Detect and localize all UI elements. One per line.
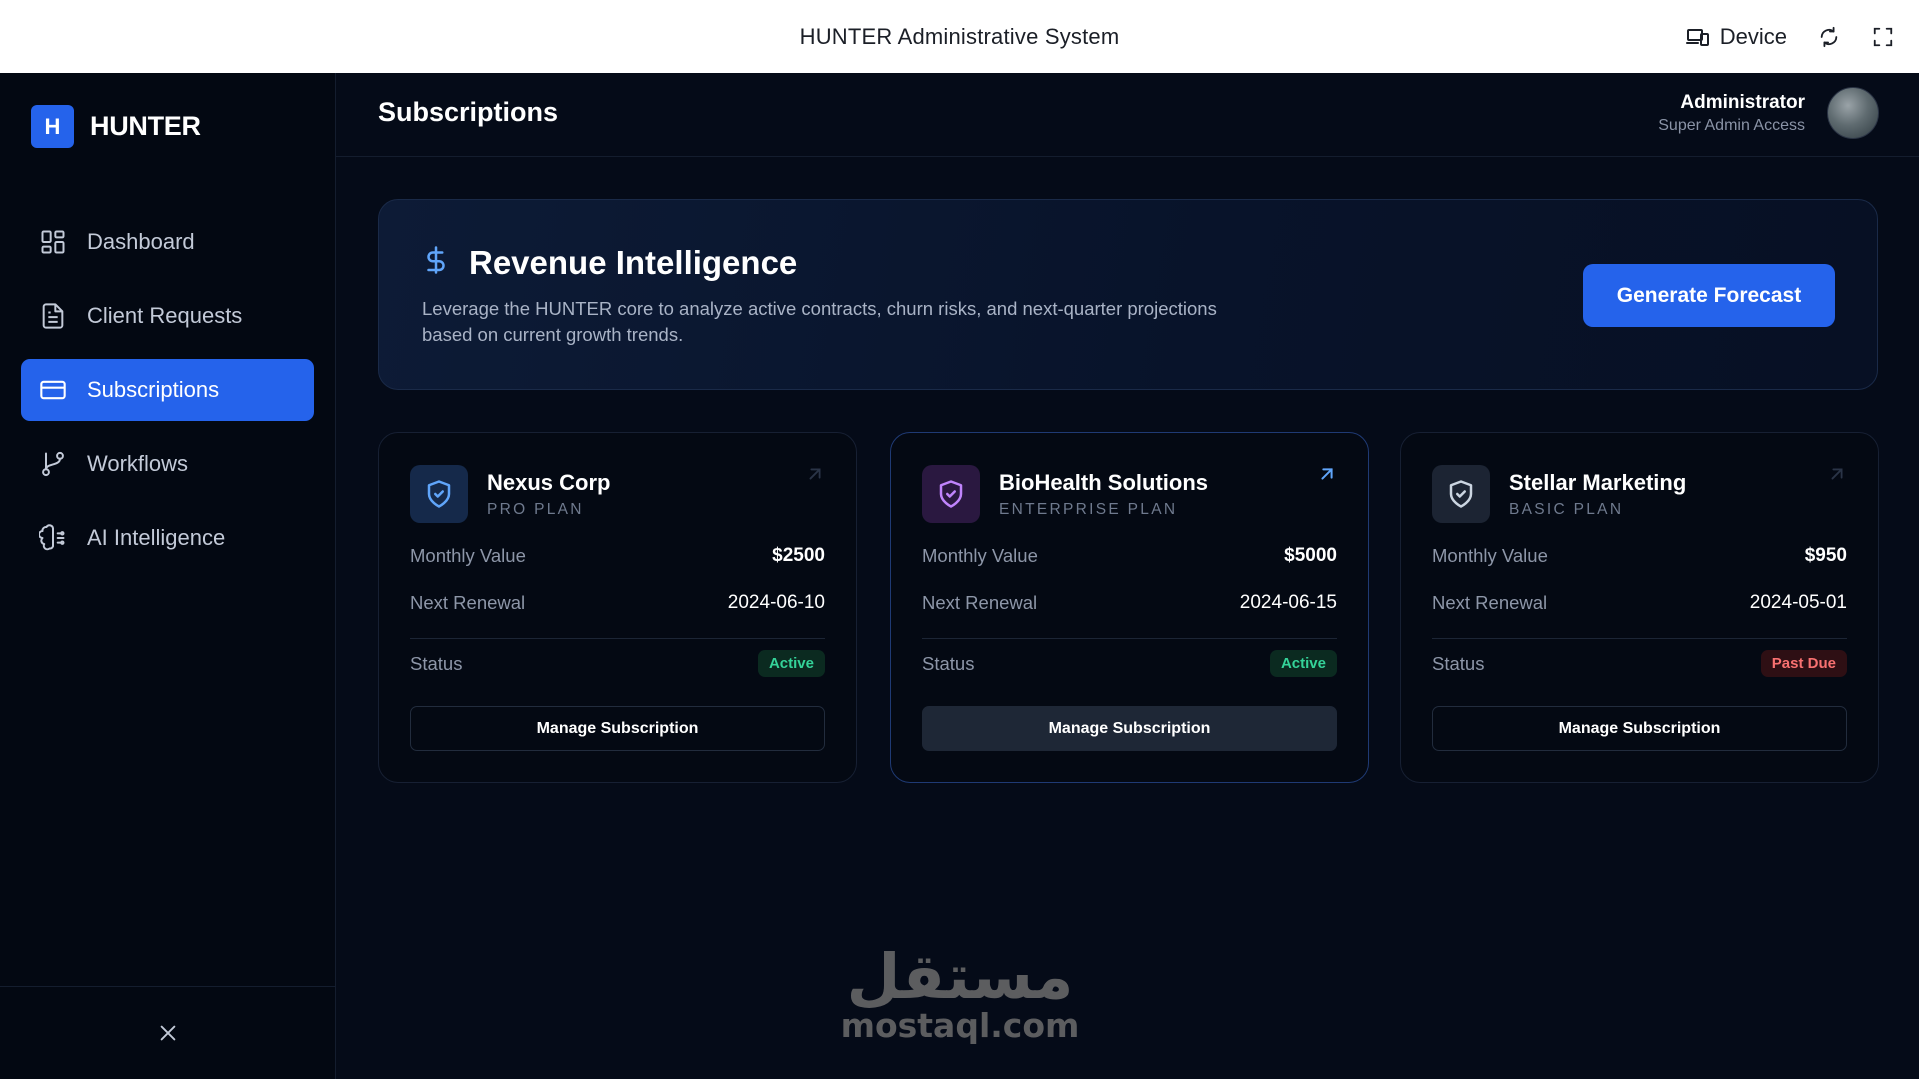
manage-subscription-button[interactable]: Manage Subscription (1432, 706, 1847, 751)
sidebar-item-label: Client Requests (87, 303, 243, 328)
manage-subscription-button[interactable]: Manage Subscription (922, 706, 1337, 751)
user-info: Administrator Super Admin Access (1658, 92, 1805, 135)
revenue-intelligence-banner: Revenue Intelligence Leverage the HUNTER… (378, 199, 1878, 390)
avatar[interactable] (1827, 87, 1879, 139)
banner-heading: Revenue Intelligence (421, 243, 797, 282)
sidebar-item-workflows[interactable]: Workflows (21, 433, 314, 495)
window-title: HUNTER Administrative System (799, 23, 1120, 49)
brain-icon (38, 523, 68, 553)
status-badge: Active (757, 650, 825, 677)
card-header: BioHealth Solutions ENTERPRISE PLAN (922, 465, 1208, 523)
shield-check-icon (410, 465, 468, 523)
sidebar-item-client-requests[interactable]: Client Requests (21, 285, 314, 347)
status-label: Status (1432, 652, 1485, 674)
monthly-value-label: Monthly Value (410, 545, 526, 566)
banner-description: Leverage the HUNTER core to analyze acti… (422, 298, 1217, 345)
subscription-card: Nexus Corp PRO PLAN Monthly Value $2500 … (378, 432, 857, 783)
card-header: Nexus Corp PRO PLAN (410, 465, 610, 523)
card-header: Stellar Marketing BASIC PLAN (1432, 465, 1686, 523)
monthly-value: $950 (1804, 545, 1847, 566)
watermark-logo: مستقل (846, 940, 1074, 1013)
plan-name: ENTERPRISE PLAN (999, 500, 1178, 518)
next-renewal-date: 2024-06-10 (727, 592, 825, 613)
sidebar-item-label: Subscriptions (87, 377, 220, 402)
page-title: Subscriptions (378, 97, 559, 127)
subscription-card: BioHealth Solutions ENTERPRISE PLAN Mont… (890, 432, 1369, 783)
monthly-value-row: Monthly Value $5000 (922, 545, 1337, 567)
window-title-bar: HUNTER Administrative System Device (0, 0, 1919, 73)
arrow-up-right-icon[interactable] (802, 461, 828, 487)
plan-name: BASIC PLAN (1509, 500, 1624, 518)
card-divider (410, 638, 825, 639)
device-button[interactable]: Device (1685, 23, 1787, 50)
next-renewal-date: 2024-05-01 (1749, 592, 1847, 613)
generate-forecast-button[interactable]: Generate Forecast (1583, 264, 1835, 327)
monthly-value-label: Monthly Value (1432, 545, 1548, 566)
status-row: Status Active (410, 650, 825, 677)
status-row: Status Active (922, 650, 1337, 677)
next-renewal-label: Next Renewal (410, 592, 526, 613)
brand: H HUNTER (31, 105, 201, 148)
manage-subscription-button[interactable]: Manage Subscription (410, 706, 825, 751)
document-icon (38, 301, 68, 331)
status-badge: Past Due (1760, 650, 1847, 677)
brand-name: HUNTER (90, 111, 201, 141)
credit-card-icon (38, 375, 68, 405)
fullscreen-icon[interactable] (1871, 25, 1895, 49)
user-name: Administrator (1680, 91, 1805, 113)
next-renewal-row: Next Renewal 2024-06-15 (922, 592, 1337, 614)
next-renewal-label: Next Renewal (922, 592, 1038, 613)
watermark-text: mostaql.com (840, 1006, 1080, 1045)
monthly-value: $2500 (772, 545, 825, 566)
page-header: Subscriptions Administrator Super Admin … (336, 73, 1919, 157)
device-icon (1685, 25, 1710, 49)
user-role: Super Admin Access (1658, 116, 1805, 134)
monthly-value-label: Monthly Value (922, 545, 1038, 566)
watermark: مستقل mostaql.com (830, 945, 1090, 1043)
arrow-up-right-icon[interactable] (1824, 461, 1850, 487)
card-divider (1432, 638, 1847, 639)
sidebar-nav: Dashboard Client Requests Subscriptions … (21, 211, 314, 581)
sidebar-item-label: Workflows (87, 451, 189, 476)
sidebar-item-label: AI Intelligence (87, 525, 226, 550)
window-controls: Device (1685, 0, 1895, 73)
shield-check-icon (922, 465, 980, 523)
rotate-icon[interactable] (1817, 25, 1841, 49)
user-profile[interactable]: Administrator Super Admin Access (1658, 87, 1879, 139)
client-name: Stellar Marketing (1509, 469, 1687, 495)
status-badge: Active (1269, 650, 1337, 677)
dashboard-grid-icon (38, 227, 68, 257)
sidebar: H HUNTER Dashboard Client Requests Subsc… (0, 73, 336, 1079)
status-label: Status (410, 652, 463, 674)
shield-check-icon (1432, 465, 1490, 523)
dollar-icon (421, 243, 451, 282)
sidebar-item-ai-intelligence[interactable]: AI Intelligence (21, 507, 314, 569)
status-label: Status (922, 652, 975, 674)
device-label: Device (1719, 23, 1787, 49)
client-name: Nexus Corp (487, 469, 611, 495)
next-renewal-row: Next Renewal 2024-05-01 (1432, 592, 1847, 614)
monthly-value-row: Monthly Value $950 (1432, 545, 1847, 567)
subscription-card: Stellar Marketing BASIC PLAN Monthly Val… (1400, 432, 1879, 783)
sidebar-item-subscriptions[interactable]: Subscriptions (21, 359, 314, 421)
brand-logo: H (31, 105, 74, 148)
card-divider (922, 638, 1337, 639)
sidebar-item-label: Dashboard (87, 229, 195, 254)
next-renewal-label: Next Renewal (1432, 592, 1548, 613)
close-icon[interactable] (156, 1021, 180, 1045)
sidebar-footer (0, 986, 335, 1079)
client-name: BioHealth Solutions (999, 469, 1208, 495)
monthly-value-row: Monthly Value $2500 (410, 545, 825, 567)
monthly-value: $5000 (1284, 545, 1337, 566)
git-branch-icon (38, 449, 68, 479)
sidebar-item-dashboard[interactable]: Dashboard (21, 211, 314, 273)
banner-title: Revenue Intelligence (469, 243, 798, 281)
next-renewal-row: Next Renewal 2024-06-10 (410, 592, 825, 614)
arrow-up-right-icon[interactable] (1314, 461, 1340, 487)
next-renewal-date: 2024-06-15 (1239, 592, 1337, 613)
status-row: Status Past Due (1432, 650, 1847, 677)
plan-name: PRO PLAN (487, 500, 584, 518)
